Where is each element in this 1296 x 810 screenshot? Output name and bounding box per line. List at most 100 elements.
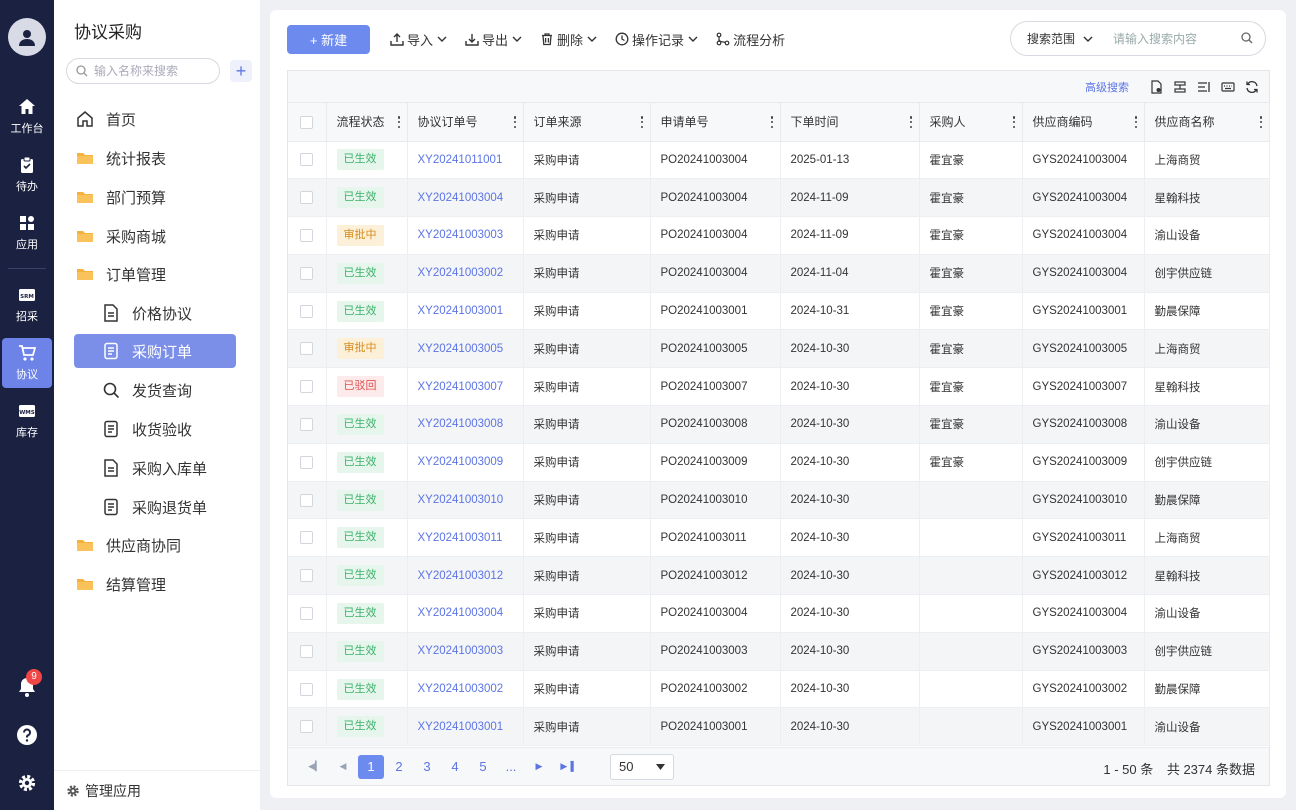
table-row[interactable]: 已生效 XY20241003004 采购申请 PO20241003004 2024-10… [288, 594, 1270, 633]
sidebar-item-3[interactable]: 部门预算 [74, 180, 244, 214]
avatar[interactable] [8, 18, 46, 56]
manage-apps-button[interactable]: 管理应用 [54, 770, 260, 810]
columns-icon[interactable] [1197, 80, 1211, 94]
page-button[interactable]: 2 [386, 755, 412, 779]
order-number-link[interactable]: XY20241003004 [407, 594, 524, 633]
table-row[interactable]: 已生效 XY20241003009 采购申请 PO20241003009 2024-10… [288, 443, 1270, 482]
table-row[interactable]: 已生效 XY20241003004 采购申请 PO20241003004 2024-11… [288, 178, 1270, 218]
row-checkbox[interactable] [288, 254, 327, 293]
add-button[interactable]: + [230, 60, 252, 82]
row-checkbox[interactable] [288, 518, 327, 558]
row-checkbox[interactable] [288, 367, 327, 407]
rail-item-inventory[interactable]: WMS 库存 [2, 396, 52, 446]
export-doc-icon[interactable] [1149, 79, 1163, 94]
operation-log-button[interactable]: 操作记录 [615, 30, 698, 49]
keyboard-icon[interactable] [1221, 80, 1235, 94]
table-row[interactable]: 已生效 XY20241003012 采购申请 PO20241003012 2024-10… [288, 556, 1270, 596]
column-menu-icon[interactable] [909, 116, 913, 128]
order-number-link[interactable]: XY20241011001 [407, 141, 524, 180]
column-header[interactable]: 申请单号 [650, 103, 781, 142]
row-checkbox[interactable] [288, 405, 327, 444]
column-menu-icon[interactable] [513, 116, 517, 128]
new-button[interactable]: + 新建 [287, 24, 370, 54]
select-all-checkbox[interactable] [288, 103, 327, 142]
row-checkbox[interactable] [288, 556, 327, 596]
sidebar-item-9[interactable]: 收货验收 [74, 412, 236, 446]
prev-page-button[interactable]: ◀ [330, 755, 356, 779]
row-checkbox[interactable] [288, 329, 327, 369]
row-checkbox[interactable] [288, 481, 327, 520]
table-row[interactable]: 已生效 XY20241003010 采购申请 PO20241003010 2024-10… [288, 481, 1270, 520]
table-row[interactable]: 已生效 XY20241011001 采购申请 PO20241003004 2025-01… [288, 141, 1270, 180]
table-row[interactable]: 已生效 XY20241003008 采购申请 PO20241003008 2024-10… [288, 405, 1270, 444]
column-header[interactable]: 订单来源 [523, 103, 651, 142]
order-number-link[interactable]: XY20241003005 [407, 329, 524, 369]
rail-item-todo[interactable]: 待办 [2, 150, 52, 200]
order-number-link[interactable]: XY20241003003 [407, 632, 524, 671]
order-number-link[interactable]: XY20241003008 [407, 405, 524, 444]
table-row[interactable]: 已生效 XY20241003002 采购申请 PO20241003004 2024-11… [288, 254, 1270, 293]
order-number-link[interactable]: XY20241003007 [407, 367, 524, 407]
sidebar-item-8[interactable]: 发货查询 [74, 373, 236, 407]
flow-analysis-button[interactable]: 流程分析 [716, 30, 785, 49]
rail-item-tender[interactable]: SRM 招采 [2, 280, 52, 330]
order-number-link[interactable]: XY20241003011 [407, 518, 524, 558]
export-button[interactable]: 导出 [465, 30, 522, 49]
sidebar-item-12[interactable]: 供应商协同 [74, 528, 244, 562]
page-button[interactable]: 3 [414, 755, 440, 779]
row-checkbox[interactable] [288, 632, 327, 671]
sidebar-item-1[interactable]: 首页 [74, 102, 244, 136]
sidebar-item-5[interactable]: 订单管理 [74, 257, 244, 291]
order-number-link[interactable]: XY20241003002 [407, 670, 524, 709]
table-row[interactable]: 审批中 XY20241003003 采购申请 PO20241003004 2024-11… [288, 216, 1270, 255]
row-checkbox[interactable] [288, 594, 327, 633]
column-header[interactable]: 协议订单号 [407, 103, 524, 142]
help[interactable] [0, 724, 54, 746]
row-checkbox[interactable] [288, 707, 327, 747]
advanced-search-link[interactable]: 高级搜索 [1085, 79, 1129, 95]
page-button[interactable]: 5 [470, 755, 496, 779]
row-checkbox[interactable] [288, 670, 327, 709]
table-row[interactable]: 已生效 XY20241003001 采购申请 PO20241003001 2024-10… [288, 707, 1270, 747]
notifications[interactable]: 9 [0, 669, 54, 698]
settings[interactable] [0, 772, 54, 794]
rail-item-agreement[interactable]: 协议 [2, 338, 52, 388]
row-checkbox[interactable] [288, 141, 327, 180]
sidebar-item-13[interactable]: 结算管理 [74, 567, 244, 601]
table-row[interactable]: 已生效 XY20241003001 采购申请 PO20241003001 2024-10… [288, 292, 1270, 331]
column-menu-icon[interactable] [770, 116, 774, 128]
column-header[interactable]: 流程状态 [326, 103, 408, 142]
order-number-link[interactable]: XY20241003002 [407, 254, 524, 293]
sidebar-search-input[interactable] [94, 64, 214, 78]
search-icon[interactable] [1241, 32, 1253, 44]
page-button[interactable]: 1 [358, 754, 384, 779]
order-number-link[interactable]: XY20241003001 [407, 292, 524, 331]
order-number-link[interactable]: XY20241003009 [407, 443, 524, 482]
sidebar-item-6[interactable]: 价格协议 [74, 296, 236, 330]
table-row[interactable]: 已生效 XY20241003003 采购申请 PO20241003003 2024-10… [288, 632, 1270, 671]
more-pages[interactable]: ... [498, 755, 524, 779]
row-checkbox[interactable] [288, 178, 327, 218]
sidebar-item-2[interactable]: 统计报表 [74, 141, 244, 175]
sidebar-search[interactable] [66, 58, 220, 84]
table-row[interactable]: 审批中 XY20241003005 采购申请 PO20241003005 2024-10… [288, 329, 1270, 369]
table-row[interactable]: 已生效 XY20241003011 采购申请 PO20241003011 2024-10… [288, 518, 1270, 558]
order-number-link[interactable]: XY20241003004 [407, 178, 524, 218]
column-menu-icon[interactable] [1259, 116, 1263, 128]
row-checkbox[interactable] [288, 216, 327, 255]
filter-icon[interactable] [1173, 80, 1187, 94]
refresh-icon[interactable] [1245, 80, 1259, 94]
first-page-button[interactable]: ◀▎ [302, 755, 328, 779]
column-header[interactable]: 下单时间 [780, 103, 920, 142]
table-row[interactable]: 已驳回 XY20241003007 采购申请 PO20241003007 2024-10… [288, 367, 1270, 407]
column-menu-icon[interactable] [1134, 116, 1138, 128]
column-header[interactable]: 采购人 [919, 103, 1023, 142]
rail-item-apps[interactable]: 应用 [2, 208, 52, 258]
sidebar-item-7[interactable]: 采购订单 [74, 334, 236, 368]
main-search-input[interactable] [1113, 31, 1222, 46]
column-header[interactable]: 供应商名称 [1144, 103, 1270, 142]
order-number-link[interactable]: XY20241003001 [407, 707, 524, 747]
column-header[interactable]: 供应商编码 [1022, 103, 1145, 142]
delete-button[interactable]: 删除 [540, 30, 597, 49]
order-number-link[interactable]: XY20241003012 [407, 556, 524, 596]
